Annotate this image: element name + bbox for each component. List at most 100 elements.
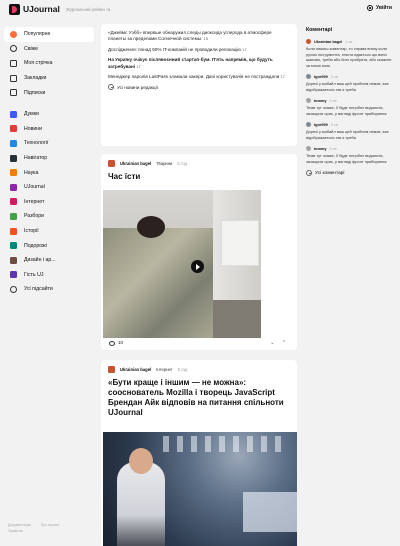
sidebar-item-design[interactable]: Дизайн і ар...	[4, 253, 94, 268]
sidebar-item-stories[interactable]: Історії	[4, 224, 94, 239]
avatar[interactable]	[306, 146, 311, 151]
sidebar-item-label: Гість UJ	[24, 271, 44, 278]
footer-link-about[interactable]: Про проект	[41, 523, 60, 527]
sidebar: Популярне Свіже Моя стрічка Закладки Під…	[4, 27, 94, 297]
comment-user[interactable]: tgnr999	[314, 123, 328, 127]
sidebar-item-fresh[interactable]: Свіже	[4, 42, 94, 57]
sidebar-item-label: Інтернет	[24, 198, 45, 205]
subsite-guest-icon	[10, 271, 17, 279]
sidebar-item-label: UJournal	[24, 184, 45, 191]
comment-text: Теми тут злаже, її буде потрібно видалит…	[306, 105, 388, 116]
sidebar-item-internet[interactable]: Інтернет	[4, 195, 94, 210]
all-comments-link[interactable]: Усі коментарі	[306, 170, 396, 176]
site-tagline: Журнальний рейвез та	[66, 6, 111, 12]
comment-time: 1 хв	[345, 39, 353, 44]
news-item[interactable]: На Україну очікує післявоєнний стартап-б…	[108, 57, 290, 70]
comment-user[interactable]: tgnr999	[314, 75, 328, 79]
post-card[interactable]: Ukrainian bagel Тварини 5 год Час їсти 1…	[101, 154, 297, 350]
news-item[interactable]: Менеджер паролів LastPass зламали хакери…	[108, 74, 290, 80]
plus-icon	[108, 84, 114, 91]
login-button[interactable]: Увійти	[367, 5, 392, 11]
comment-item[interactable]: Ukrainian bagel 1 хв Коли пишеш коментар,…	[306, 39, 396, 68]
subsite-design-icon	[10, 256, 17, 264]
post-author[interactable]: Ukrainian bagel	[120, 161, 151, 166]
sidebar-footer: Документація Про проект Правила	[8, 522, 69, 534]
sidebar-item-label: Історії	[24, 228, 39, 235]
comment-count: 17	[242, 46, 247, 52]
comment-item[interactable]: tommy 6 хв Теми тут злаже, її буде потріб…	[306, 146, 396, 164]
sidebar-all-subsites[interactable]: Усі підсайти	[4, 282, 94, 297]
play-icon[interactable]	[191, 260, 204, 273]
news-block: «Джеймс Уэбб» впервые обнаружил следы ди…	[101, 24, 297, 146]
comment-item[interactable]: tommy 5 хв Теми тут злаже, її буде потріб…	[306, 98, 396, 116]
avatar[interactable]	[306, 98, 311, 103]
sidebar-item-razbory[interactable]: Разбори	[4, 209, 94, 224]
vote-controls[interactable]: ⌄ ⌃	[270, 340, 289, 346]
comment-item[interactable]: tgnr999 2 хв Доречі у мобайл ваш цей проб…	[306, 74, 396, 92]
comment-time: 2 хв	[330, 74, 338, 79]
sidebar-item-label: Свіже	[24, 45, 39, 52]
comment-user[interactable]: Ukrainian bagel	[314, 40, 342, 44]
comments-button[interactable]: 10	[109, 340, 123, 346]
subsite-stories-icon	[10, 227, 17, 235]
sidebar-item-label: Наука	[24, 169, 39, 176]
sidebar-item-science[interactable]: Наука	[4, 165, 94, 180]
post-category[interactable]: Інтернет	[156, 367, 172, 372]
comment-text: Коли пишеш коментар, то справа внизу кол…	[306, 46, 392, 68]
all-news-link[interactable]: Усі новини редакції	[108, 84, 290, 91]
sidebar-item-label: Усі підсайти	[24, 286, 53, 293]
news-item[interactable]: «Джеймс Уэбб» впервые обнаружил следы ди…	[108, 30, 290, 43]
subsite-razbory-icon	[10, 212, 17, 220]
avatar[interactable]	[306, 39, 311, 44]
sidebar-item-label: Навігатор	[24, 155, 48, 162]
post-video[interactable]	[103, 190, 261, 338]
post-time: 5 год	[177, 367, 188, 372]
comment-user[interactable]: tommy	[314, 99, 326, 103]
footer-link-docs[interactable]: Документація	[8, 523, 31, 527]
author-avatar[interactable]	[108, 160, 115, 167]
sidebar-item-dumky[interactable]: Думки	[4, 107, 94, 122]
ujournal-logo-icon[interactable]	[9, 4, 20, 15]
feed-icon	[10, 59, 17, 67]
comment-count: 17	[136, 63, 141, 69]
sidebar-item-news[interactable]: Новини	[4, 122, 94, 137]
user-icon	[367, 5, 374, 11]
sidebar-item-ujournal[interactable]: UJournal	[4, 180, 94, 195]
subsite-navigator-icon	[10, 154, 17, 162]
sidebar-item-bookmarks[interactable]: Закладки	[4, 71, 94, 86]
footer-link-rules[interactable]: Правила	[8, 529, 23, 533]
sidebar-item-my-feed[interactable]: Моя стрічка	[4, 56, 94, 71]
news-item[interactable]: Дослідження: понад 50% IT-компаній не пр…	[108, 47, 290, 53]
post-title[interactable]: «Бути краще і іншим — не можна»: сооснов…	[101, 373, 297, 423]
post-author[interactable]: Ukrainian bagel	[120, 367, 151, 372]
sidebar-item-navigator[interactable]: Навігатор	[4, 151, 94, 166]
comment-text: Доречі у мобайл ваш цей проблем немає, в…	[306, 129, 389, 140]
login-label: Увійти	[376, 5, 392, 11]
post-category[interactable]: Тварини	[156, 161, 172, 166]
sidebar-item-label: Дизайн і ар...	[24, 257, 56, 264]
sidebar-item-popular[interactable]: Популярне	[4, 27, 94, 42]
comment-count: 17	[280, 74, 285, 80]
comment-item[interactable]: tgnr999 5 хв Доречі у мобайл ваш цей проб…	[306, 122, 396, 140]
post-title[interactable]: Час їсти	[101, 167, 297, 187]
comment-user[interactable]: tommy	[314, 147, 326, 151]
sidebar-item-label: Новини	[24, 125, 43, 132]
post-image[interactable]	[103, 432, 297, 546]
logo-text[interactable]: UJournal	[23, 4, 60, 14]
clock-icon	[10, 45, 17, 53]
all-comments-label: Усі коментарі	[315, 170, 345, 176]
subscriptions-icon	[10, 89, 17, 97]
avatar[interactable]	[306, 122, 311, 127]
author-avatar[interactable]	[108, 366, 115, 373]
sidebar-item-travel[interactable]: Подорожі	[4, 238, 94, 253]
subsite-news-icon	[10, 125, 17, 133]
bookmark-icon	[10, 74, 17, 82]
subsite-ujournal-icon	[10, 183, 17, 191]
sidebar-item-tech[interactable]: Технології	[4, 136, 94, 151]
post-header: Ukrainian bagel Тварини 5 год	[101, 154, 297, 167]
avatar[interactable]	[306, 74, 311, 79]
sidebar-item-subscriptions[interactable]: Підписки	[4, 85, 94, 100]
chevron-down-icon	[10, 285, 17, 293]
sidebar-item-guest[interactable]: Гість UJ	[4, 268, 94, 283]
post-card[interactable]: Ukrainian bagel Інтернет 5 год «Бути кра…	[101, 360, 297, 546]
